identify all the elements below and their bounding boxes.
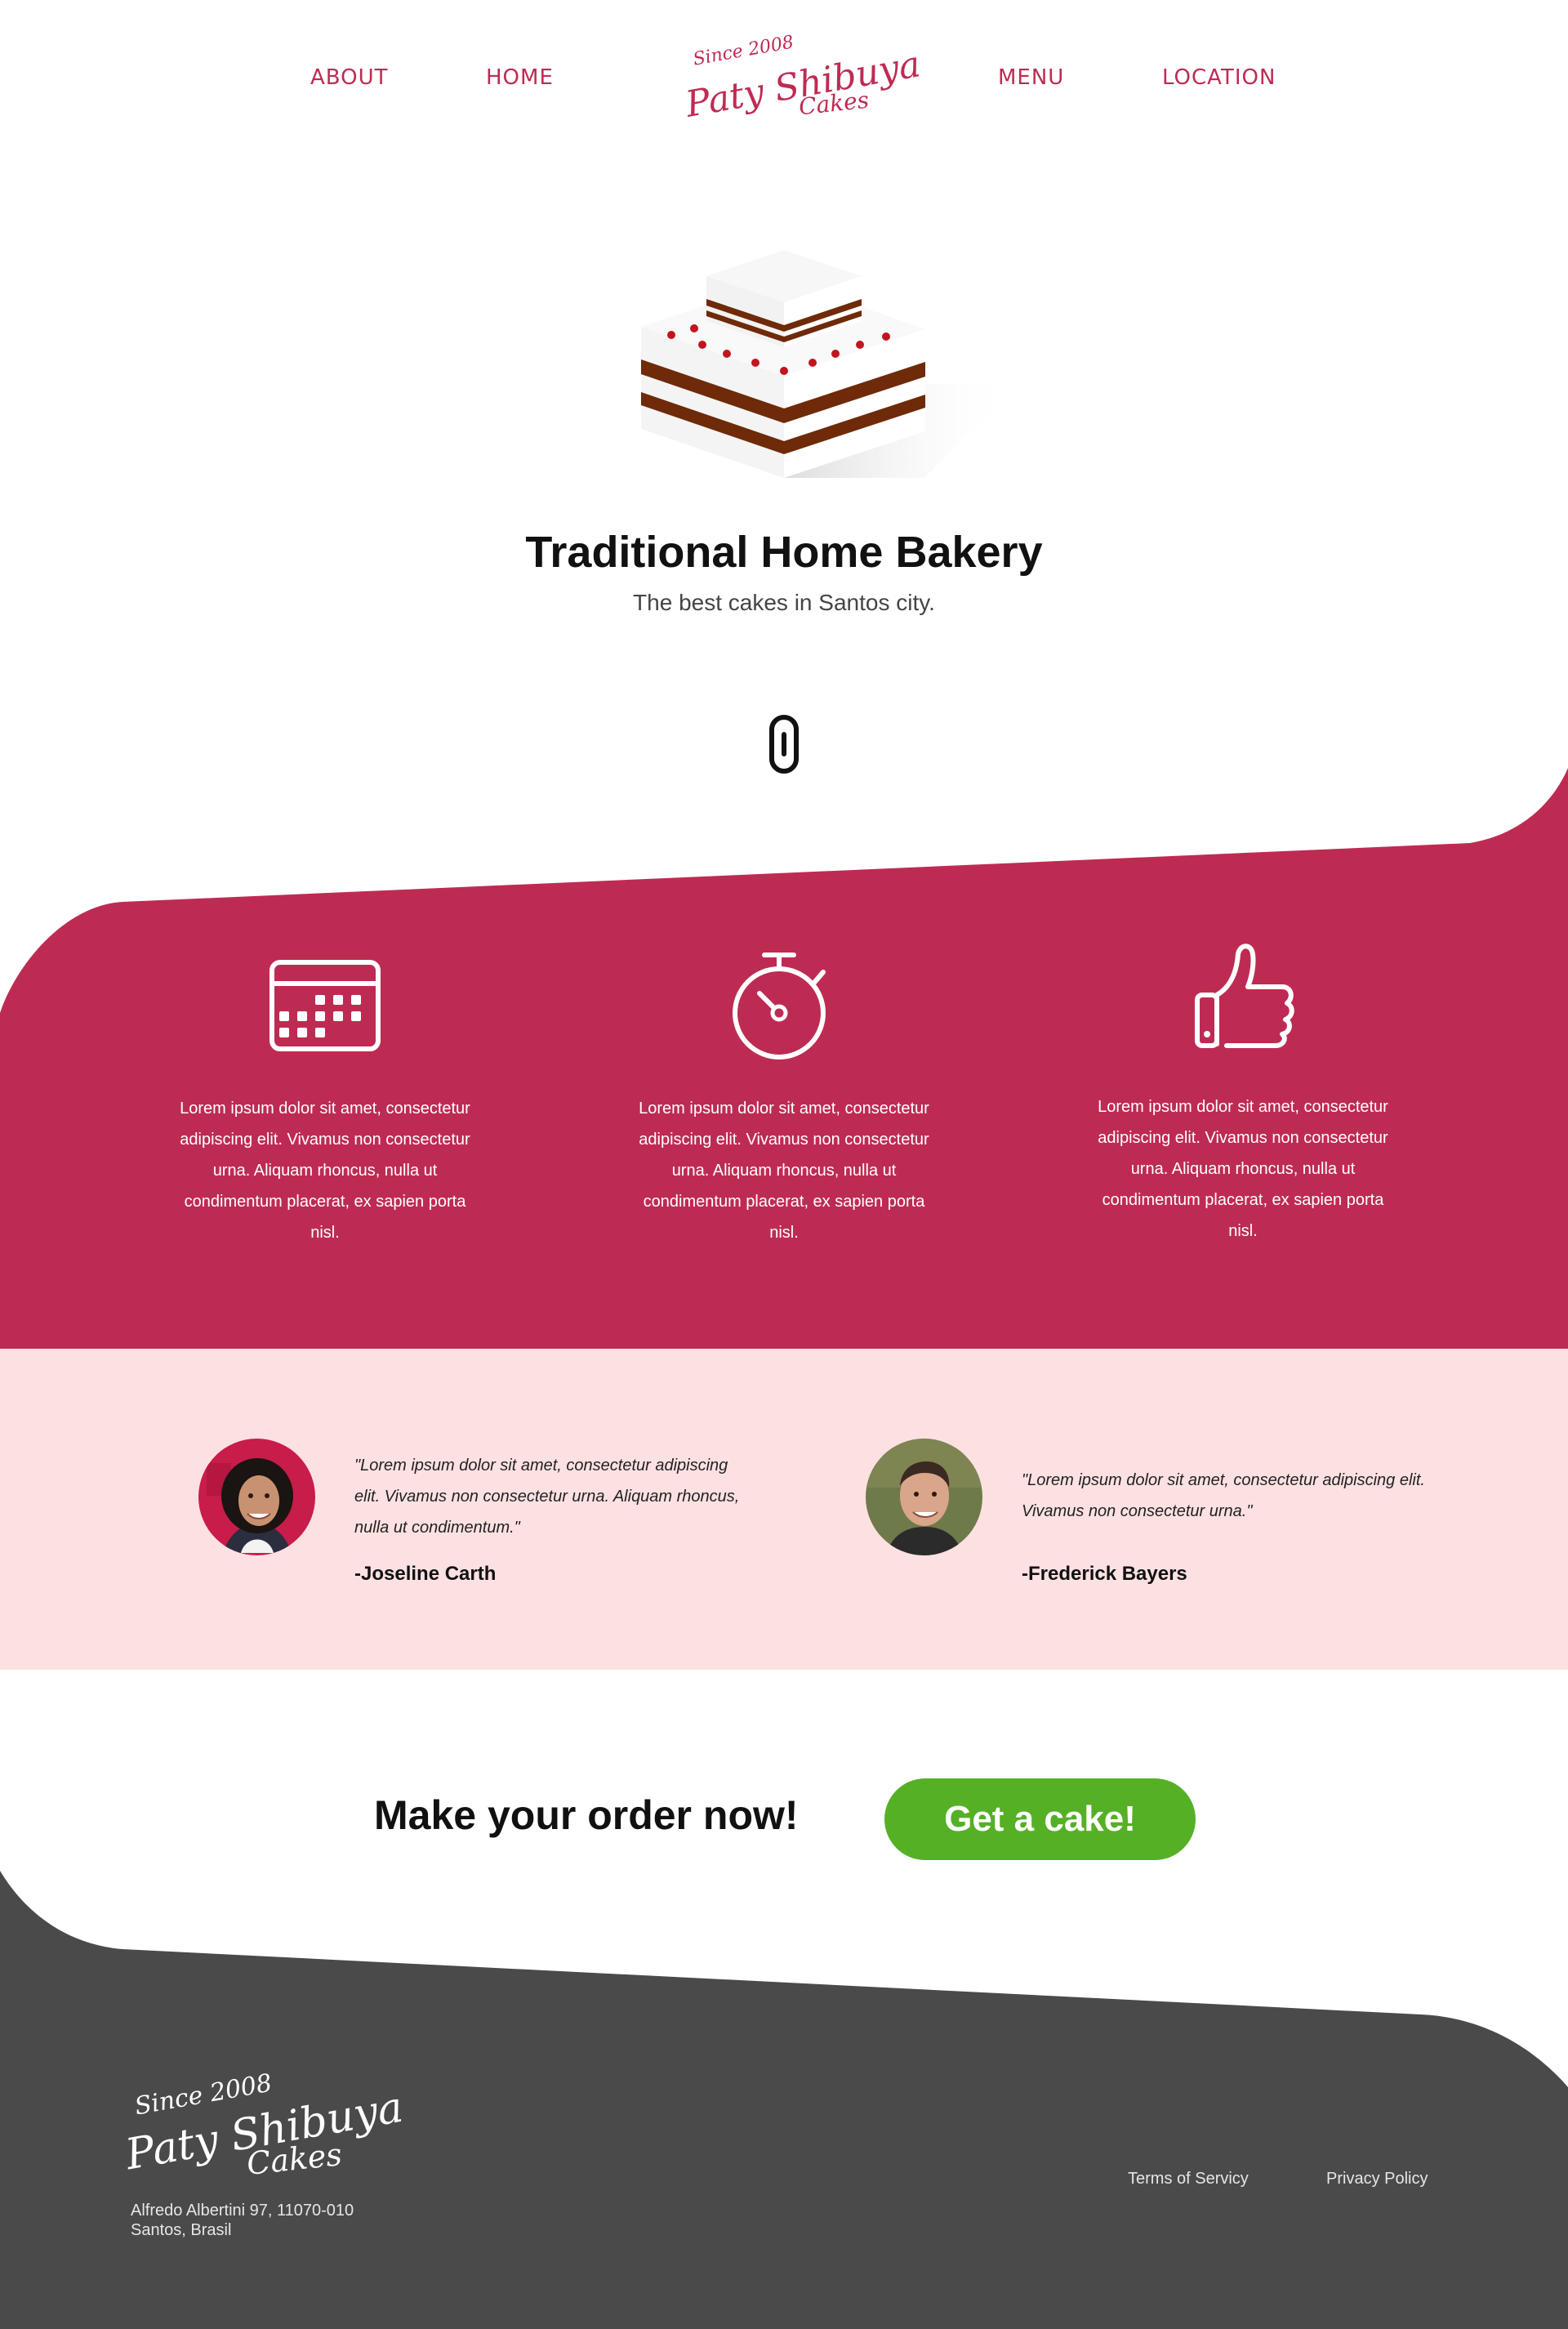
get-a-cake-button[interactable]: Get a cake! — [884, 1778, 1196, 1860]
footer-logo[interactable]: Since 2008 Paty Shibuya Cakes — [122, 2069, 407, 2182]
feature-text: Lorem ipsum dolor sit amet, consectetur … — [1098, 1098, 1388, 1240]
footer-address: Alfredo Albertini 97, 11070-010 Santos, … — [131, 2201, 354, 2240]
avatar — [866, 1439, 982, 1555]
logo-since-text: Since 2008 — [691, 32, 795, 70]
nav-location-link[interactable]: LOCATION — [1162, 65, 1276, 90]
testimonial-quote: "Lorem ipsum dolor sit amet, consectetur… — [354, 1457, 740, 1537]
calendar-icon — [270, 960, 381, 1051]
layer-cake-illustration — [641, 250, 1017, 478]
terms-link[interactable]: Terms of Servicy — [1128, 2170, 1249, 2188]
hero-title: Traditional Home Bakery — [525, 528, 1043, 577]
cta-heading: Make your order now! — [374, 1792, 799, 1838]
feature-text: Lorem ipsum dolor sit amet, consectetur … — [639, 1100, 929, 1242]
testimonial-author: -Joseline Carth — [354, 1563, 497, 1585]
testimonial-quote: "Lorem ipsum dolor sit amet, consectetur… — [1022, 1471, 1425, 1520]
feature-card-stopwatch: Lorem ipsum dolor sit amet, consectetur … — [637, 953, 931, 1248]
avatar — [198, 1439, 315, 1555]
feature-text: Lorem ipsum dolor sit amet, consectetur … — [180, 1100, 470, 1242]
stopwatch-icon — [733, 953, 826, 1060]
nav-menu-link[interactable]: MENU — [998, 65, 1064, 90]
brand-logo[interactable]: Since 2008 Paty Shibuya Cakes — [678, 32, 924, 125]
testimonial-author: -Frederick Bayers — [1022, 1563, 1187, 1585]
thumbs-up-icon — [1195, 944, 1294, 1048]
scroll-down-icon[interactable] — [768, 714, 800, 774]
feature-card-calendar: Lorem ipsum dolor sit amet, consectetur … — [178, 956, 472, 1248]
address-line: Santos, Brasil — [131, 2221, 232, 2239]
nav-home-link[interactable]: HOME — [486, 65, 554, 90]
address-line: Alfredo Albertini 97, 11070-010 — [131, 2202, 354, 2220]
testimonials-section: "Lorem ipsum dolor sit amet, consectetur… — [0, 1349, 1568, 1670]
hero-subtitle: The best cakes in Santos city. — [633, 590, 935, 615]
privacy-policy-link[interactable]: Privacy Policy — [1326, 2170, 1428, 2188]
feature-card-thumbs-up: Lorem ipsum dolor sit amet, consectetur … — [1096, 944, 1390, 1247]
top-navigation: ABOUT HOME Since 2008 Paty Shibuya Cakes… — [0, 0, 1568, 163]
nav-about-link[interactable]: ABOUT — [310, 65, 389, 90]
